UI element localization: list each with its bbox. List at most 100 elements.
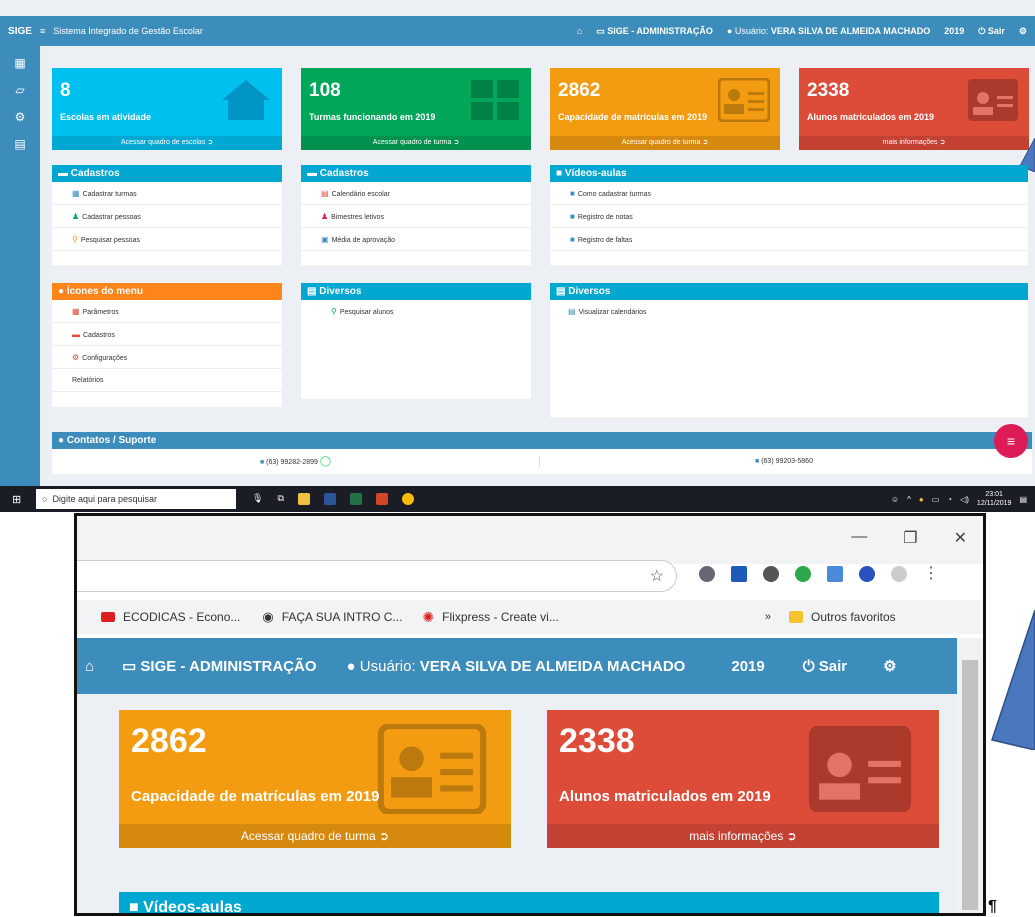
year-selector[interactable]: 2019 xyxy=(944,26,964,36)
info-box-alunos-zoom: 2338 Alunos matriculados em 2019 mais in… xyxy=(547,710,939,848)
link-configuracoes[interactable]: ⚙ Configurações xyxy=(52,346,282,369)
people-icon[interactable]: ☺ xyxy=(891,495,899,504)
info-box-label: Capacidade de matrículas em 2019 xyxy=(131,788,380,805)
panel-contatos: ● Contatos / Suporte ■ (63) 99282-2899 ◯… xyxy=(52,432,1032,474)
admin-link[interactable]: ▭ SIGE - ADMINISTRAÇÃO xyxy=(596,26,713,37)
callout-arrow-large-icon xyxy=(991,610,1035,750)
link-video-notas[interactable]: ■ Registro de notas xyxy=(550,205,1028,228)
monitor-icon: ▭ xyxy=(596,25,608,36)
info-box-capacidade-zoom: 2862 Capacidade de matrículas em 2019 Ac… xyxy=(119,710,511,848)
profile-avatar[interactable] xyxy=(891,566,907,582)
volume-icon[interactable]: ◁) xyxy=(960,495,969,504)
page-scrollbar[interactable] xyxy=(957,638,983,913)
phone-icon: ■ xyxy=(755,458,760,465)
zoomed-videos-header: ■ Vídeos-aulas xyxy=(119,892,939,913)
info-box-label: Escolas em atividade xyxy=(60,112,152,122)
info-box-footer-link[interactable]: mais informações ➲ xyxy=(547,824,939,848)
extension-translate-icon[interactable] xyxy=(827,566,843,582)
home-icon[interactable]: ⌂ xyxy=(85,658,94,675)
user-info[interactable]: ● Usuário: VERA SILVA DE ALMEIDA MACHADO xyxy=(727,26,930,36)
bookmarks-overflow[interactable]: » xyxy=(765,611,771,623)
info-box-footer-link[interactable]: mais informações ➲ xyxy=(799,136,1029,150)
info-box-footer-link[interactable]: Acessar quadro de turma ➲ xyxy=(301,136,531,150)
user-info[interactable]: ● Usuário: VERA SILVA DE ALMEIDA MACHADO xyxy=(347,658,686,675)
panel-cadastros-1: ▬ Cadastros ▦ Cadastrar turmas ♟ Cadastrar… xyxy=(52,165,282,265)
link-video-faltas[interactable]: ■ Registro de faltas xyxy=(550,228,1028,251)
folder-icon[interactable]: ▱ xyxy=(15,83,24,97)
monitor-icon: ▭ xyxy=(122,658,141,675)
browser-menu-icon[interactable]: ⋮ xyxy=(923,566,939,582)
info-box-footer-link[interactable]: Acessar quadro de escolas ➲ xyxy=(52,136,282,150)
video-icon: ■ xyxy=(570,189,575,198)
link-pesquisar-alunos[interactable]: ⚲ Pesquisar alunos xyxy=(301,300,531,323)
scrollbar-thumb[interactable] xyxy=(962,660,978,910)
restore-icon[interactable]: ❐ xyxy=(903,528,917,548)
taskbar-search[interactable]: ○ Digite aqui para pesquisar xyxy=(36,489,236,509)
info-box-footer-link[interactable]: Acessar quadro de turma ➲ xyxy=(119,824,511,848)
excel-icon[interactable] xyxy=(349,493,362,505)
settings-gear-icon[interactable]: ⚙ xyxy=(883,657,896,675)
admin-link[interactable]: ▭ SIGE - ADMINISTRAÇÃO xyxy=(122,657,316,675)
logout-button[interactable]: ⏻ Sair xyxy=(978,26,1005,37)
phone-icon: ■ xyxy=(259,459,265,466)
user-icon: ● xyxy=(346,657,360,675)
bookmark-ecodicas[interactable]: ECODICAS - Econo... xyxy=(123,610,240,624)
extension-clock-icon[interactable] xyxy=(699,566,715,582)
mic-icon[interactable]: 🎙 xyxy=(252,493,263,505)
link-calendario-escolar[interactable]: ▤ Calendário escolar xyxy=(301,182,531,205)
bookmark-flixpress[interactable]: Flixpress - Create vi... xyxy=(442,610,559,624)
link-parametros[interactable]: ▦ Parâmetros xyxy=(52,300,282,323)
link-media-aprovacao[interactable]: ▣ Média de aprovação xyxy=(301,228,531,251)
gears-icon[interactable]: ⚙ xyxy=(15,110,26,124)
windows-start-icon[interactable]: ⊞ xyxy=(12,493,21,506)
info-box-escolas: 8 Escolas em atividade Acessar quadro de… xyxy=(52,68,282,150)
document-icon[interactable]: ▤ xyxy=(14,137,25,151)
menu-toggle-icon[interactable]: ≡ xyxy=(40,26,45,36)
extension-download-icon[interactable] xyxy=(731,566,747,582)
link-cadastros[interactable]: ▬ Cadastros xyxy=(52,323,282,346)
task-view-icon[interactable]: ⧉ xyxy=(277,493,283,505)
link-pesquisar-pessoas[interactable]: ⚲ Pesquisar pessoas xyxy=(52,228,282,251)
system-clock[interactable]: 23:01 12/11/2019 xyxy=(977,490,1012,508)
brand-logo[interactable]: SIGE xyxy=(0,26,40,37)
logout-button[interactable]: ⏻ Sair xyxy=(803,658,847,675)
bookmark-intro[interactable]: FAÇA SUA INTRO C... xyxy=(282,610,403,624)
extension-check-icon[interactable] xyxy=(795,566,811,582)
grid-icon[interactable]: ▦ xyxy=(14,56,25,70)
home-icon[interactable]: ⌂ xyxy=(577,26,582,36)
minimize-icon[interactable]: — xyxy=(851,528,867,548)
id-card-icon xyxy=(377,724,487,814)
tray-app-icon[interactable]: ● xyxy=(919,495,924,504)
phone-1[interactable]: ■ (63) 99282-2899 ◯ xyxy=(52,456,540,467)
year-selector[interactable]: 2019 xyxy=(731,658,764,675)
extension-headset-icon[interactable] xyxy=(859,566,875,582)
link-bimestres-letivos[interactable]: ♟ Bimestres letivos xyxy=(301,205,531,228)
panel-videos: ■ Vídeos-aulas ■ Como cadastrar turmas ■ R… xyxy=(550,165,1028,265)
settings-gear-icon[interactable]: ⚙ xyxy=(1019,26,1027,37)
word-icon[interactable] xyxy=(323,493,336,505)
powerpoint-icon[interactable] xyxy=(375,493,388,505)
notification-icon[interactable]: ▤ xyxy=(1019,495,1027,504)
info-box-number: 2862 xyxy=(131,722,207,760)
file-explorer-icon[interactable] xyxy=(297,493,310,505)
search-icon: ⚲ xyxy=(72,235,78,244)
address-bar[interactable]: ☆ xyxy=(77,560,677,592)
battery-icon[interactable]: ▭ xyxy=(932,495,940,504)
bookmark-outros-favoritos[interactable]: Outros favoritos xyxy=(811,610,896,624)
link-visualizar-calendarios[interactable]: ▤ Visualizar calendários xyxy=(550,300,1028,323)
panel-header: ● Ícones do menu xyxy=(52,283,282,300)
link-relatorios[interactable]: Relatórios xyxy=(52,369,282,392)
close-icon[interactable]: ✕ xyxy=(954,528,967,548)
link-cadastrar-turmas[interactable]: ▦ Cadastrar turmas xyxy=(52,182,282,205)
link-video-turmas[interactable]: ■ Como cadastrar turmas xyxy=(550,182,1028,205)
chrome-icon[interactable] xyxy=(401,493,414,505)
extension-gear-icon[interactable] xyxy=(763,566,779,582)
link-cadastrar-pessoas[interactable]: ♟ Cadastrar pessoas xyxy=(52,205,282,228)
info-box-footer-link[interactable]: Acessar quadro de turma ➲ xyxy=(550,136,780,150)
tray-chevron-icon[interactable]: ^ xyxy=(907,495,911,504)
bookmark-star-icon[interactable]: ☆ xyxy=(650,566,664,586)
panel-diversos-1: ▤ Diversos ⚲ Pesquisar alunos xyxy=(301,283,531,399)
floating-menu-button[interactable]: ≡ xyxy=(994,424,1028,458)
phone-2[interactable]: ■ (63) 99203-5860 xyxy=(540,458,1028,465)
network-icon[interactable]: ◔ xyxy=(947,495,952,504)
